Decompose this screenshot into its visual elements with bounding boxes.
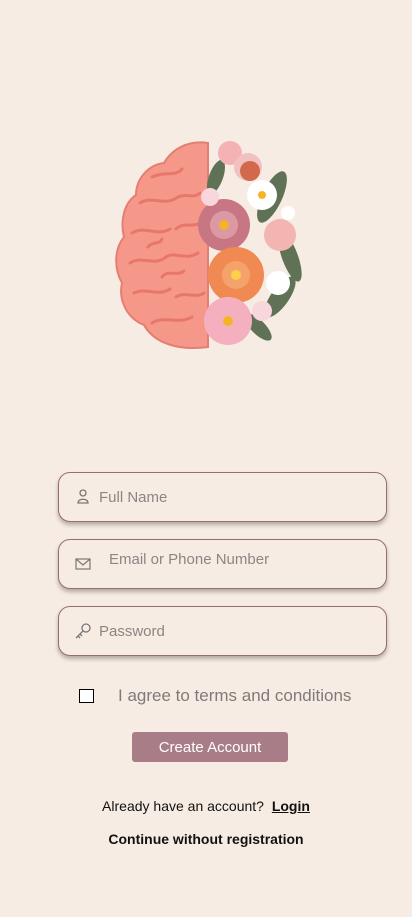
person-icon	[73, 487, 93, 507]
terms-label: I agree to terms and conditions	[118, 686, 352, 705]
password-input[interactable]	[99, 622, 386, 640]
email-field[interactable]	[58, 539, 387, 589]
create-account-button[interactable]: Create Account	[132, 732, 288, 762]
full-name-input[interactable]	[99, 488, 386, 506]
terms-row: I agree to terms and conditions	[79, 686, 351, 706]
login-prompt: Already have an account?	[102, 798, 264, 814]
email-input[interactable]	[109, 550, 386, 568]
continue-without-registration-link[interactable]: Continue without registration	[0, 831, 412, 847]
login-row: Already have an account? Login	[0, 798, 412, 814]
full-name-field[interactable]	[58, 472, 387, 522]
brain-flowers-illustration	[115, 141, 302, 349]
key-icon	[73, 621, 93, 641]
terms-checkbox[interactable]	[79, 689, 94, 703]
login-link[interactable]: Login	[272, 798, 310, 814]
mail-icon	[73, 554, 93, 574]
password-field[interactable]	[58, 606, 387, 656]
